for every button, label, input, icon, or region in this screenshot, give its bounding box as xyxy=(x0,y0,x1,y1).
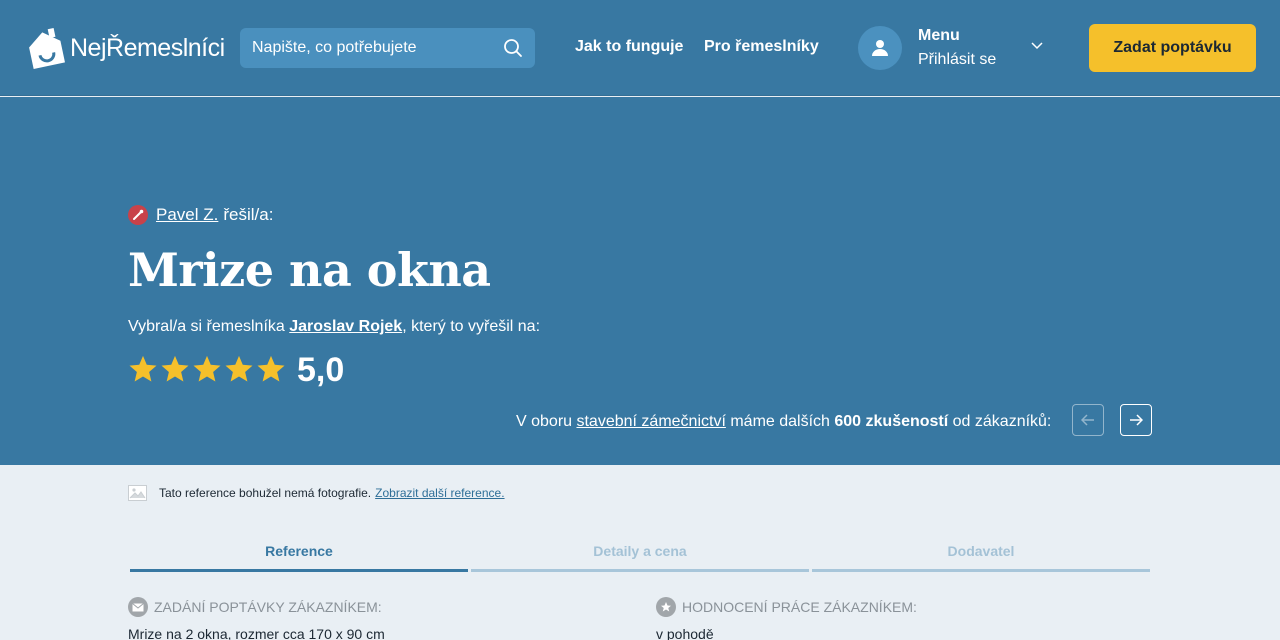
chosen-craftsman-text: Vybral/a si řemeslníka Jaroslav Rojek, k… xyxy=(128,318,540,336)
field-experience-text: V oboru stavební zámečnictví máme dalšíc… xyxy=(516,413,1051,431)
star-icon xyxy=(129,355,157,382)
review-text: v pohodě xyxy=(656,626,714,640)
arrow-right-icon xyxy=(1130,414,1143,426)
field-suffix: od zákazníků: xyxy=(948,413,1052,430)
review-heading-text: HODNOCENÍ PRÁCE ZÁKAZNÍKEM: xyxy=(682,599,917,615)
chosen-prefix: Vybral/a si řemeslníka xyxy=(128,318,290,335)
top-navigation-bar: NejŘemeslníci Jak to funguje Pro řemesln… xyxy=(0,0,1280,96)
tab-details-label: Detaily a cena xyxy=(593,543,687,559)
craftsman-link[interactable]: Jaroslav Rojek xyxy=(289,318,402,335)
envelope-icon xyxy=(128,597,148,617)
star-icon xyxy=(161,355,189,382)
request-description: Mrize na 2 okna, rozmer cca 170 x 90 cm xyxy=(128,626,385,640)
nav-how-it-works[interactable]: Jak to funguje xyxy=(575,38,683,56)
field-middle: máme dalších xyxy=(725,413,835,430)
arrow-left-icon xyxy=(1081,414,1094,426)
star-badge-icon xyxy=(656,597,676,617)
author-link[interactable]: Pavel Z. xyxy=(156,205,218,225)
submit-request-button[interactable]: Zadat poptávku xyxy=(1089,24,1256,72)
previous-reference-button[interactable] xyxy=(1072,404,1104,436)
star-icon xyxy=(225,355,253,382)
search-icon[interactable] xyxy=(503,38,523,58)
tab-reference-label: Reference xyxy=(265,543,333,559)
menu-title[interactable]: Menu xyxy=(918,27,960,45)
rating-stars xyxy=(128,353,288,385)
star-icon xyxy=(193,355,221,382)
no-photo-text: Tato reference bohužel nemá fotografie. xyxy=(159,486,372,500)
nav-for-craftsmen[interactable]: Pro řemeslníky xyxy=(704,38,819,56)
next-reference-button[interactable] xyxy=(1120,404,1152,436)
review-heading: HODNOCENÍ PRÁCE ZÁKAZNÍKEM: xyxy=(656,597,917,617)
page-title: Mrize na okna xyxy=(128,243,491,297)
author-suffix: řešil/a: xyxy=(223,205,274,224)
search-box[interactable] xyxy=(240,28,535,68)
chevron-down-icon[interactable] xyxy=(1031,42,1043,50)
logo-house-icon xyxy=(29,27,65,69)
user-icon xyxy=(872,40,888,56)
tool-icon xyxy=(128,205,148,225)
tab-supplier-label: Dodavatel xyxy=(947,543,1015,559)
rating-value: 5,0 xyxy=(297,351,345,389)
field-prefix: V oboru xyxy=(516,413,577,430)
tab-reference[interactable]: Reference xyxy=(130,540,468,572)
field-link[interactable]: stavební zámečnictví xyxy=(576,413,725,430)
user-avatar[interactable] xyxy=(858,26,902,70)
login-link[interactable]: Přihlásit se xyxy=(918,51,996,69)
image-placeholder-icon xyxy=(128,485,147,501)
show-more-references-link[interactable]: Zobrazit další reference. xyxy=(375,486,504,500)
tab-details-price[interactable]: Detaily a cena xyxy=(471,540,809,572)
experience-count: 600 zkušeností xyxy=(834,413,949,430)
request-heading: ZADÁNÍ POPTÁVKY ZÁKAZNÍKEM: xyxy=(128,597,382,617)
author-row: Pavel Z. řešil/a: xyxy=(128,205,273,225)
chosen-suffix: , který to vyřešil na: xyxy=(402,318,541,335)
request-heading-text: ZADÁNÍ POPTÁVKY ZÁKAZNÍKEM: xyxy=(154,599,382,615)
tab-supplier[interactable]: Dodavatel xyxy=(812,540,1150,572)
search-input[interactable] xyxy=(240,28,490,68)
hero-section: Pavel Z. řešil/a: Mrize na okna Vybral/a… xyxy=(0,97,1280,465)
star-icon xyxy=(257,355,285,382)
no-photo-notice: Tato reference bohužel nemá fotografie. … xyxy=(128,485,505,501)
logo-text: NejŘemeslníci xyxy=(70,33,225,62)
site-logo[interactable]: NejŘemeslníci xyxy=(26,26,225,70)
